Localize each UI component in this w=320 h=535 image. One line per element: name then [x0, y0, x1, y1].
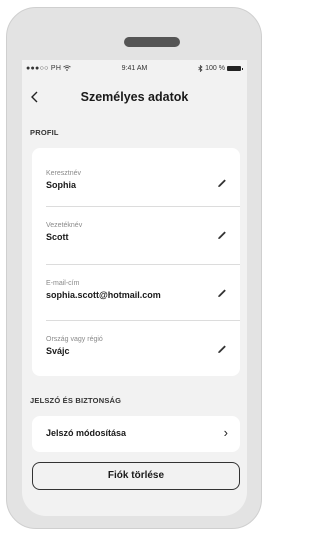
- profile-section-title: PROFIL: [30, 128, 59, 137]
- pencil-icon[interactable]: [216, 342, 228, 354]
- email-label: E-mail-cím: [46, 280, 80, 287]
- first-name-value: Sophia: [46, 180, 77, 190]
- change-password-label: Jelszó módosítása: [46, 428, 127, 438]
- chevron-right-icon: ›: [223, 425, 228, 440]
- battery-percent: 100 %: [205, 65, 225, 72]
- status-right: 100 %: [198, 65, 243, 72]
- pencil-icon[interactable]: [216, 228, 228, 240]
- first-name-label: Keresztnév: [46, 170, 82, 177]
- app-screen: ●●●○○ PH 9:41 AM 100 % Személyes adatok …: [22, 60, 247, 516]
- divider: [46, 264, 240, 265]
- page-title: Személyes adatok: [80, 90, 189, 104]
- country-value: Svájc: [46, 346, 70, 356]
- nav-bar: Személyes adatok: [22, 82, 247, 112]
- change-password-button[interactable]: Jelszó módosítása ›: [32, 416, 240, 452]
- country-label: Ország vagy régió: [46, 336, 103, 343]
- profile-card: Keresztnév Sophia Vezetéknév Scott E-mai…: [32, 148, 240, 376]
- last-name-value: Scott: [46, 232, 69, 242]
- country-row[interactable]: Ország vagy régió Svájc: [46, 324, 228, 372]
- battery-icon: [227, 66, 243, 71]
- divider: [46, 206, 240, 207]
- pencil-icon[interactable]: [216, 176, 228, 188]
- last-name-row[interactable]: Vezetéknév Scott: [46, 210, 228, 258]
- bluetooth-icon: [198, 65, 203, 72]
- email-value: sophia.scott@hotmail.com: [46, 290, 161, 300]
- last-name-label: Vezetéknév: [46, 222, 83, 229]
- email-row[interactable]: E-mail-cím sophia.scott@hotmail.com: [46, 268, 228, 316]
- delete-account-button[interactable]: Fiók törlése: [32, 462, 240, 490]
- divider: [46, 320, 240, 321]
- status-bar: ●●●○○ PH 9:41 AM 100 %: [22, 60, 247, 82]
- first-name-row[interactable]: Keresztnév Sophia: [46, 158, 228, 206]
- pencil-icon[interactable]: [216, 286, 228, 298]
- security-section-title: JELSZÓ ÉS BIZTONSÁG: [30, 396, 122, 405]
- phone-speaker: [124, 37, 180, 47]
